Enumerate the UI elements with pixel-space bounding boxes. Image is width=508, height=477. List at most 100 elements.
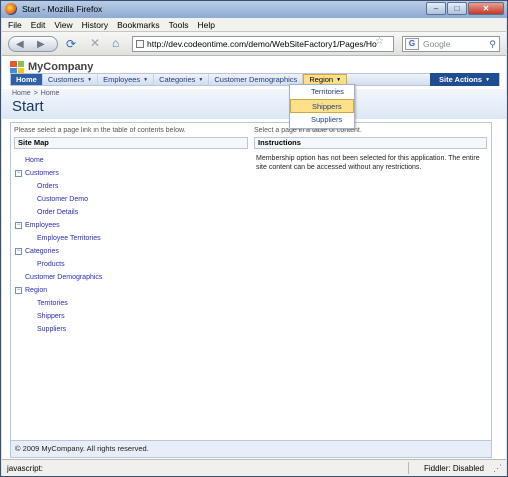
menu-history[interactable]: History [82, 20, 108, 30]
site-menu-home[interactable]: Home [11, 74, 43, 85]
site-actions-button[interactable]: Site Actions ▼ [430, 73, 499, 86]
site-map-link[interactable]: Suppliers [37, 326, 66, 333]
content-panel: Please select a page link in the table o… [10, 122, 492, 458]
stop-icon[interactable]: ✕ [90, 36, 100, 50]
fiddler-status[interactable]: Fiddler: Disabled [424, 464, 484, 473]
site-map-note: Please select a page link in the table o… [14, 127, 186, 134]
site-map-item[interactable]: Home [14, 154, 248, 167]
dropdown-arrow-icon: ▼ [87, 76, 93, 83]
site-map-link[interactable]: Products [37, 261, 65, 268]
search-icon[interactable]: ⚲ [489, 37, 496, 51]
site-menu-categories-label: Categories [159, 75, 196, 84]
collapse-icon[interactable]: − [15, 170, 22, 177]
site-menu-region-label: Region [309, 75, 334, 84]
site-map-link[interactable]: Territories [37, 300, 68, 307]
search-engine-icon[interactable]: G [405, 38, 419, 50]
site-menu-employees-label: Employees [103, 75, 141, 84]
site-menu-customer-demographics-label: Customer Demographics [214, 75, 298, 84]
site-map-item[interactable]: Customer Demo [14, 193, 248, 206]
instructions-text: Membership option has not been selected … [256, 155, 480, 171]
status-bar: javascript: Fiddler: Disabled ⋰ [2, 459, 506, 476]
site-map-item[interactable]: Products [14, 258, 248, 271]
collapse-icon[interactable]: − [15, 248, 22, 255]
site-actions-label: Site Actions [438, 75, 483, 84]
site-map-item[interactable]: Order Details [14, 206, 248, 219]
menu-bar: File Edit View History Bookmarks Tools H… [2, 18, 506, 32]
site-map-item[interactable]: Territories [14, 297, 248, 310]
site-map-item[interactable]: Employee Territories [14, 232, 248, 245]
status-text: javascript: [7, 464, 44, 473]
back-icon[interactable]: ◀ [16, 39, 24, 50]
status-divider [408, 462, 409, 474]
maximize-button[interactable]: □ [447, 2, 467, 15]
breadcrumb-home-link[interactable]: Home [12, 90, 31, 97]
menu-help[interactable]: Help [197, 20, 214, 30]
menu-tools[interactable]: Tools [169, 20, 189, 30]
site-map-item[interactable]: − Employees [14, 219, 248, 232]
reload-icon[interactable]: ⟳ [66, 37, 76, 51]
bookmark-star-icon[interactable]: ☆ [375, 36, 384, 47]
site-map-link[interactable]: Shippers [37, 313, 65, 320]
collapse-icon[interactable]: − [15, 287, 22, 294]
site-map-item[interactable]: − Categories [14, 245, 248, 258]
address-bar-url[interactable]: http://dev.codeontime.com/demo/WebSiteFa… [147, 39, 377, 49]
site-map-item[interactable]: Shippers [14, 310, 248, 323]
web-page: MyCompany Home Customers ▼ Employees ▼ Cat… [2, 56, 506, 459]
site-map-link[interactable]: Region [25, 287, 47, 294]
dropdown-arrow-icon: ▼ [485, 76, 491, 83]
collapse-icon[interactable]: − [15, 222, 22, 229]
site-menu-categories[interactable]: Categories ▼ [154, 74, 210, 85]
site-map-item[interactable]: Orders [14, 180, 248, 193]
site-menu-employees[interactable]: Employees ▼ [98, 74, 155, 85]
dropdown-arrow-icon: ▼ [336, 76, 342, 83]
site-map-link[interactable]: Employees [25, 222, 60, 229]
site-map-link[interactable]: Orders [37, 183, 58, 190]
company-logo-icon [10, 61, 24, 73]
title-bar: Start - Mozilla Firefox – □ ✕ [1, 1, 507, 18]
instructions-header: Instructions [254, 137, 487, 149]
site-map-link[interactable]: Categories [25, 248, 59, 255]
company-name[interactable]: MyCompany [28, 61, 93, 73]
dropdown-arrow-icon: ▼ [143, 76, 149, 83]
address-bar[interactable]: http://dev.codeontime.com/demo/WebSiteFa… [132, 36, 394, 52]
breadcrumb-separator: > [33, 90, 38, 97]
page-footer: © 2009 MyCompany. All rights reserved. [11, 440, 491, 457]
site-map-column: Please select a page link in the table o… [14, 127, 248, 336]
site-map-link[interactable]: Customer Demo [37, 196, 88, 203]
site-map-link[interactable]: Employee Territories [37, 235, 101, 242]
site-menu-home-label: Home [16, 75, 37, 84]
region-menu-territories[interactable]: Territories [290, 85, 354, 99]
menu-edit[interactable]: Edit [31, 20, 46, 30]
region-menu-shippers[interactable]: Shippers [290, 99, 354, 113]
breadcrumb: Home > Home [12, 90, 59, 97]
search-placeholder[interactable]: Google [423, 39, 450, 49]
site-map-link[interactable]: Order Details [37, 209, 78, 216]
search-box[interactable]: G Google ⚲ [402, 36, 500, 52]
dropdown-arrow-icon: ▼ [198, 76, 204, 83]
close-button[interactable]: ✕ [468, 2, 504, 15]
site-map-item[interactable]: Suppliers [14, 323, 248, 336]
minimize-button[interactable]: – [426, 2, 446, 15]
site-map-item[interactable]: − Region [14, 284, 248, 297]
menu-file[interactable]: File [8, 20, 22, 30]
site-menu-customers-label: Customers [47, 75, 85, 84]
breadcrumb-current: Home [40, 90, 60, 97]
menu-view[interactable]: View [54, 20, 72, 30]
site-map-link[interactable]: Customer Demographics [25, 274, 102, 281]
site-menu-customers[interactable]: Customers ▼ [43, 74, 99, 85]
region-menu-suppliers[interactable]: Suppliers [290, 113, 354, 127]
navigation-toolbar: ◀ ▶ ⟳ ✕ ⌂ http://dev.codeontime.com/demo… [2, 32, 506, 56]
window-title: Start - Mozilla Firefox [22, 4, 103, 14]
region-dropdown-menu: Territories Shippers Suppliers [289, 84, 355, 129]
menu-bookmarks[interactable]: Bookmarks [117, 20, 160, 30]
resize-grip-icon[interactable]: ⋰ [493, 463, 502, 474]
browser-window: Start - Mozilla Firefox – □ ✕ File Edit … [0, 0, 508, 477]
forward-icon[interactable]: ▶ [37, 39, 45, 50]
site-map-item[interactable]: Customer Demographics [14, 271, 248, 284]
site-map-item[interactable]: − Customers [14, 167, 248, 180]
site-map-header: Site Map [14, 137, 248, 149]
site-map-link[interactable]: Home [25, 157, 44, 164]
site-map-link[interactable]: Customers [25, 170, 59, 177]
home-icon[interactable]: ⌂ [112, 36, 119, 50]
back-forward-buttons[interactable]: ◀ ▶ [8, 36, 58, 52]
